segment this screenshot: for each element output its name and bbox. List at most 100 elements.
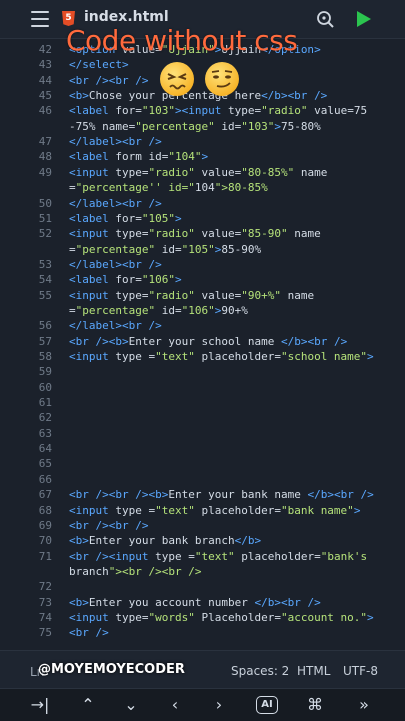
menu-icon[interactable]: [31, 11, 49, 27]
code-text[interactable]: </label><br />: [69, 257, 162, 272]
code-text[interactable]: <label for="103"><input type="radio" val…: [69, 103, 367, 118]
code-line[interactable]: 49 <input type="radio" value="80-85%" nam…: [0, 165, 405, 180]
line-number: 49: [38, 165, 52, 179]
code-line[interactable]: 72: [0, 579, 405, 594]
code-text[interactable]: <input type="radio" value="90+%" name: [69, 288, 314, 303]
code-line[interactable]: 45 <b>Chose your percentage here</b><br /…: [0, 88, 405, 103]
code-text[interactable]: <br /><b>Enter your school name </b><br …: [69, 334, 347, 349]
code-line[interactable]: 43 </select>: [0, 57, 405, 72]
code-line[interactable]: 52 <input type="radio" value="85-90" name: [0, 226, 405, 241]
line-number: 73: [38, 595, 52, 609]
code-line[interactable]: 58 <input type ="text" placeholder="schoo…: [0, 349, 405, 364]
line-number: 75: [38, 626, 52, 640]
code-line[interactable]: 54 <label for="106">: [0, 272, 405, 287]
line-number: 72: [38, 580, 52, 594]
line-number: 64: [38, 442, 52, 456]
encoding[interactable]: UTF-8: [343, 664, 378, 678]
code-text[interactable]: <br /><input type ="text" placeholder="b…: [69, 549, 367, 564]
code-text[interactable]: -75% name="percentage" id="103">75-80%: [69, 119, 321, 134]
code-text[interactable]: <br /><br /><b>Enter your bank name </b>…: [69, 487, 374, 502]
code-line[interactable]: 75 <br />: [0, 625, 405, 640]
code-line[interactable]: 47 </label><br />: [0, 134, 405, 149]
command-key-icon[interactable]: ⌘: [303, 695, 327, 715]
code-line[interactable]: 69 <br /><br />: [0, 518, 405, 533]
line-number: 68: [38, 503, 52, 517]
code-text[interactable]: <input type="words" Placeholder="account…: [69, 610, 374, 625]
code-text[interactable]: <br />: [69, 625, 109, 640]
code-line[interactable]: ="percentage" id="106">90+%: [0, 303, 405, 318]
code-line[interactable]: 50 </label><br />: [0, 196, 405, 211]
arrow-down-icon[interactable]: ⌄: [119, 695, 143, 715]
more-keys-icon[interactable]: »: [352, 695, 376, 715]
code-text[interactable]: </label><br />: [69, 318, 162, 333]
code-line[interactable]: 67 <br /><br /><b>Enter your bank name </…: [0, 487, 405, 502]
code-text[interactable]: <b>Enter you account number </b><br />: [69, 595, 321, 610]
code-line[interactable]: 66: [0, 472, 405, 487]
line-number: 42: [38, 43, 52, 56]
code-line[interactable]: 74 <input type="words" Placeholder="accou…: [0, 610, 405, 625]
code-line[interactable]: -75% name="percentage" id="103">75-80%: [0, 119, 405, 134]
code-line[interactable]: 56 </label><br />: [0, 318, 405, 333]
code-text[interactable]: <input type="radio" value="80-85%" name: [69, 165, 327, 180]
code-line[interactable]: ="percentage" id="105">85-90%: [0, 242, 405, 257]
arrow-left-icon[interactable]: ‹: [163, 695, 187, 715]
channel-watermark: @MOYEMOYECODER: [38, 662, 185, 677]
line-number: 48: [38, 150, 52, 164]
code-line[interactable]: 44 <br /><br />: [0, 73, 405, 88]
code-editor[interactable]: 42 <option value="Ujjain">Ujjain</option>…: [0, 42, 405, 648]
code-line[interactable]: 46 <label for="103"><input type="radio" v…: [0, 103, 405, 118]
persevering-face-emoji-icon: [160, 62, 194, 96]
code-line[interactable]: 53 </label><br />: [0, 257, 405, 272]
code-line[interactable]: 51 <label for="105">: [0, 211, 405, 226]
code-text[interactable]: <input type ="text" placeholder="bank na…: [69, 503, 360, 518]
code-line[interactable]: 68 <input type ="text" placeholder="bank …: [0, 503, 405, 518]
code-line[interactable]: 55 <input type="radio" value="90+%" name: [0, 288, 405, 303]
arrow-right-icon[interactable]: ›: [207, 695, 231, 715]
line-number: 43: [38, 58, 52, 72]
code-text[interactable]: <b>Enter your bank branch</b>: [69, 533, 261, 548]
code-line[interactable]: 70 <b>Enter your bank branch</b>: [0, 533, 405, 548]
extra-keys-bar: →| ⌃ ⌄ ‹ › AI ⌘ »: [0, 688, 405, 721]
code-text[interactable]: </label><br />: [69, 134, 162, 149]
line-number: 61: [38, 396, 52, 410]
code-line[interactable]: 73 <b>Enter you account number </b><br />: [0, 595, 405, 610]
code-text[interactable]: <input type="radio" value="85-90" name: [69, 226, 321, 241]
arrow-up-icon[interactable]: ⌃: [76, 695, 100, 715]
search-icon[interactable]: [316, 10, 334, 28]
ai-assist-button[interactable]: AI: [256, 696, 278, 714]
file-name-tab[interactable]: index.html: [84, 9, 169, 25]
code-text[interactable]: <br /><br />: [69, 518, 149, 533]
code-text[interactable]: <label form id="104">: [69, 149, 208, 164]
code-text[interactable]: <label for="106">: [69, 272, 182, 287]
code-text[interactable]: <label for="105">: [69, 211, 182, 226]
run-play-icon[interactable]: [356, 10, 372, 28]
language-mode[interactable]: HTML: [297, 664, 330, 678]
code-text[interactable]: </select>: [69, 57, 129, 72]
code-text[interactable]: <br /><br />: [69, 73, 149, 88]
code-text[interactable]: </label><br />: [69, 196, 162, 211]
code-line[interactable]: branch"><br /><br />: [0, 564, 405, 579]
code-line[interactable]: 63: [0, 426, 405, 441]
code-line[interactable]: 59: [0, 364, 405, 379]
code-line[interactable]: 65: [0, 456, 405, 471]
code-line[interactable]: ="percentage'' id="104">80-85%: [0, 180, 405, 195]
indent-setting[interactable]: Spaces: 2: [231, 664, 289, 678]
code-line[interactable]: 62: [0, 410, 405, 425]
code-text[interactable]: <b>Chose your percentage here</b><br />: [69, 88, 327, 103]
code-text[interactable]: <input type ="text" placeholder="school …: [69, 349, 374, 364]
line-number: 71: [38, 549, 52, 563]
code-line[interactable]: 60: [0, 380, 405, 395]
code-line[interactable]: 57 <br /><b>Enter your school name </b><b…: [0, 334, 405, 349]
code-line[interactable]: 48 <label form id="104">: [0, 149, 405, 164]
line-number: 65: [38, 457, 52, 471]
code-text[interactable]: ="percentage" id="106">90+%: [69, 303, 248, 318]
code-text[interactable]: ="percentage" id="105">85-90%: [69, 242, 261, 257]
code-text[interactable]: branch"><br /><br />: [69, 564, 201, 579]
overlay-title: Code without css: [66, 24, 298, 57]
code-line[interactable]: 71 <br /><input type ="text" placeholder=…: [0, 549, 405, 564]
tab-key-icon[interactable]: →|: [28, 695, 52, 715]
code-text[interactable]: ="percentage'' id="104">80-85%: [69, 180, 268, 195]
code-line[interactable]: 61: [0, 395, 405, 410]
line-number: 55: [38, 288, 52, 302]
code-line[interactable]: 64: [0, 441, 405, 456]
